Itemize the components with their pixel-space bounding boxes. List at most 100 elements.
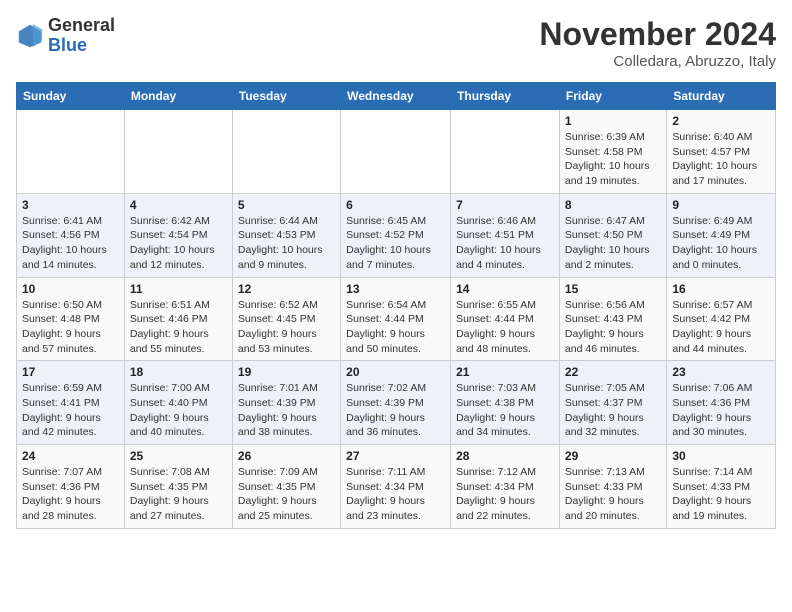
calendar-table: SundayMondayTuesdayWednesdayThursdayFrid… — [16, 82, 776, 529]
day-number: 7 — [456, 198, 554, 212]
calendar-cell: 25Sunrise: 7:08 AM Sunset: 4:35 PM Dayli… — [124, 445, 232, 529]
calendar-cell: 10 Sunrise: 6:50 AM Sunset: 4:48 PM Dayli… — [17, 277, 125, 361]
calendar-cell: 5 Sunrise: 6:44 AM Sunset: 4:53 PM Daylig… — [232, 193, 340, 277]
day-info: Sunrise: 7:00 AM Sunset: 4:40 PM Dayligh… — [130, 381, 227, 440]
day-info: Sunrise: 6:44 AM Sunset: 4:53 PM Dayligh… — [238, 214, 335, 273]
calendar-cell: 9Sunrise: 6:49 AM Sunset: 4:49 PM Daylig… — [667, 193, 776, 277]
day-info: Sunrise: 6:55 AM Sunset: 4:44 PM Dayligh… — [456, 298, 554, 357]
calendar-cell: 23 Sunrise: 7:06 AM Sunset: 4:36 PM Dayli… — [667, 361, 776, 445]
calendar-cell: 15 Sunrise: 6:56 AM Sunset: 4:43 PM Dayli… — [559, 277, 666, 361]
calendar-cell: 13Sunrise: 6:54 AM Sunset: 4:44 PM Dayli… — [341, 277, 451, 361]
day-number: 12 — [238, 282, 335, 296]
calendar-cell: 11Sunrise: 6:51 AM Sunset: 4:46 PM Dayli… — [124, 277, 232, 361]
calendar-cell: 4 Sunrise: 6:42 AM Sunset: 4:54 PM Daylig… — [124, 193, 232, 277]
calendar-week-row: 1 Sunrise: 6:39 AM Sunset: 4:58 PM Daylig… — [17, 110, 776, 194]
logo: General Blue — [16, 16, 115, 56]
day-number: 5 — [238, 198, 335, 212]
calendar-week-row: 10 Sunrise: 6:50 AM Sunset: 4:48 PM Dayli… — [17, 277, 776, 361]
day-number: 28 — [456, 449, 554, 463]
day-info: Sunrise: 6:57 AM Sunset: 4:42 PM Dayligh… — [672, 298, 770, 357]
day-number: 30 — [672, 449, 770, 463]
calendar-cell: 21 Sunrise: 7:03 AM Sunset: 4:38 PM Dayli… — [451, 361, 560, 445]
day-of-week-header: Friday — [559, 83, 666, 110]
day-info: Sunrise: 6:50 AM Sunset: 4:48 PM Dayligh… — [22, 298, 119, 357]
calendar-header-row: SundayMondayTuesdayWednesdayThursdayFrid… — [17, 83, 776, 110]
calendar-cell: 27 Sunrise: 7:11 AM Sunset: 4:34 PM Dayli… — [341, 445, 451, 529]
day-info: Sunrise: 6:51 AM Sunset: 4:46 PM Dayligh… — [130, 298, 227, 357]
day-number: 27 — [346, 449, 445, 463]
day-info: Sunrise: 6:56 AM Sunset: 4:43 PM Dayligh… — [565, 298, 661, 357]
calendar-cell — [341, 110, 451, 194]
day-info: Sunrise: 7:14 AM Sunset: 4:33 PM Dayligh… — [672, 465, 770, 524]
logo-icon — [16, 22, 44, 50]
logo-text: General Blue — [48, 16, 115, 56]
day-number: 14 — [456, 282, 554, 296]
day-info: Sunrise: 6:45 AM Sunset: 4:52 PM Dayligh… — [346, 214, 445, 273]
calendar-cell: 29Sunrise: 7:13 AM Sunset: 4:33 PM Dayli… — [559, 445, 666, 529]
day-info: Sunrise: 6:59 AM Sunset: 4:41 PM Dayligh… — [22, 381, 119, 440]
calendar-cell: 19Sunrise: 7:01 AM Sunset: 4:39 PM Dayli… — [232, 361, 340, 445]
calendar-cell: 8 Sunrise: 6:47 AM Sunset: 4:50 PM Daylig… — [559, 193, 666, 277]
logo-line1: General — [48, 16, 115, 36]
calendar-cell — [232, 110, 340, 194]
calendar-cell: 12Sunrise: 6:52 AM Sunset: 4:45 PM Dayli… — [232, 277, 340, 361]
calendar-cell: 2 Sunrise: 6:40 AM Sunset: 4:57 PM Daylig… — [667, 110, 776, 194]
day-of-week-header: Saturday — [667, 83, 776, 110]
day-number: 1 — [565, 114, 661, 128]
day-number: 13 — [346, 282, 445, 296]
calendar-cell: 28 Sunrise: 7:12 AM Sunset: 4:34 PM Dayli… — [451, 445, 560, 529]
calendar-cell: 18 Sunrise: 7:00 AM Sunset: 4:40 PM Dayli… — [124, 361, 232, 445]
location-subtitle: Colledara, Abruzzo, Italy — [539, 53, 776, 70]
calendar-cell: 30 Sunrise: 7:14 AM Sunset: 4:33 PM Dayli… — [667, 445, 776, 529]
day-number: 22 — [565, 365, 661, 379]
day-number: 15 — [565, 282, 661, 296]
day-info: Sunrise: 6:41 AM Sunset: 4:56 PM Dayligh… — [22, 214, 119, 273]
day-info: Sunrise: 7:02 AM Sunset: 4:39 PM Dayligh… — [346, 381, 445, 440]
calendar-cell: 22 Sunrise: 7:05 AM Sunset: 4:37 PM Dayli… — [559, 361, 666, 445]
calendar-week-row: 17 Sunrise: 6:59 AM Sunset: 4:41 PM Dayli… — [17, 361, 776, 445]
day-number: 20 — [346, 365, 445, 379]
day-number: 10 — [22, 282, 119, 296]
day-number: 6 — [346, 198, 445, 212]
calendar-cell: 17 Sunrise: 6:59 AM Sunset: 4:41 PM Dayli… — [17, 361, 125, 445]
day-info: Sunrise: 7:09 AM Sunset: 4:35 PM Dayligh… — [238, 465, 335, 524]
calendar-cell: 26Sunrise: 7:09 AM Sunset: 4:35 PM Dayli… — [232, 445, 340, 529]
day-number: 2 — [672, 114, 770, 128]
calendar-cell: 6 Sunrise: 6:45 AM Sunset: 4:52 PM Daylig… — [341, 193, 451, 277]
month-title: November 2024 — [539, 16, 776, 53]
day-number: 23 — [672, 365, 770, 379]
calendar-week-row: 3Sunrise: 6:41 AM Sunset: 4:56 PM Daylig… — [17, 193, 776, 277]
day-number: 16 — [672, 282, 770, 296]
calendar-cell: 20 Sunrise: 7:02 AM Sunset: 4:39 PM Dayli… — [341, 361, 451, 445]
day-info: Sunrise: 7:11 AM Sunset: 4:34 PM Dayligh… — [346, 465, 445, 524]
logo-line2: Blue — [48, 36, 115, 56]
day-info: Sunrise: 7:05 AM Sunset: 4:37 PM Dayligh… — [565, 381, 661, 440]
day-number: 18 — [130, 365, 227, 379]
day-number: 8 — [565, 198, 661, 212]
calendar-cell — [451, 110, 560, 194]
calendar-cell: 16 Sunrise: 6:57 AM Sunset: 4:42 PM Dayli… — [667, 277, 776, 361]
day-of-week-header: Sunday — [17, 83, 125, 110]
day-number: 21 — [456, 365, 554, 379]
day-of-week-header: Tuesday — [232, 83, 340, 110]
day-info: Sunrise: 6:46 AM Sunset: 4:51 PM Dayligh… — [456, 214, 554, 273]
day-info: Sunrise: 6:42 AM Sunset: 4:54 PM Dayligh… — [130, 214, 227, 273]
page-header: General Blue November 2024 Colledara, Ab… — [16, 16, 776, 70]
day-info: Sunrise: 6:40 AM Sunset: 4:57 PM Dayligh… — [672, 130, 770, 189]
day-number: 19 — [238, 365, 335, 379]
day-number: 4 — [130, 198, 227, 212]
day-number: 9 — [672, 198, 770, 212]
day-info: Sunrise: 6:47 AM Sunset: 4:50 PM Dayligh… — [565, 214, 661, 273]
calendar-cell — [124, 110, 232, 194]
day-info: Sunrise: 7:03 AM Sunset: 4:38 PM Dayligh… — [456, 381, 554, 440]
day-info: Sunrise: 6:39 AM Sunset: 4:58 PM Dayligh… — [565, 130, 661, 189]
day-info: Sunrise: 7:06 AM Sunset: 4:36 PM Dayligh… — [672, 381, 770, 440]
day-info: Sunrise: 7:07 AM Sunset: 4:36 PM Dayligh… — [22, 465, 119, 524]
calendar-cell: 14 Sunrise: 6:55 AM Sunset: 4:44 PM Dayli… — [451, 277, 560, 361]
day-info: Sunrise: 7:12 AM Sunset: 4:34 PM Dayligh… — [456, 465, 554, 524]
calendar-cell — [17, 110, 125, 194]
day-number: 24 — [22, 449, 119, 463]
day-number: 17 — [22, 365, 119, 379]
day-of-week-header: Thursday — [451, 83, 560, 110]
day-info: Sunrise: 7:08 AM Sunset: 4:35 PM Dayligh… — [130, 465, 227, 524]
